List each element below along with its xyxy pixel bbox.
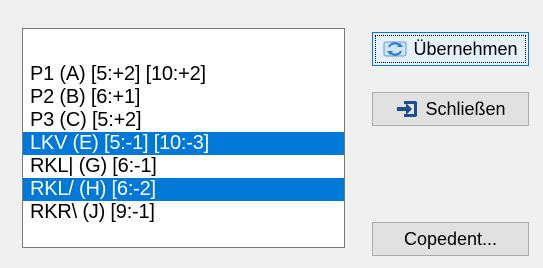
pedal-lever-listbox[interactable]: P1 (A) [5:+2] [10:+2] P2 (B) [6:+1] P3 (… [22,28,345,248]
list-item[interactable]: RKL/ (H) [6:-2] [23,178,344,201]
list-item[interactable]: RKR\ (J) [9:-1] [23,201,344,224]
copedent-button[interactable]: Copedent... [372,222,529,256]
close-button-label: Schließen [425,98,506,119]
listbox-items: P1 (A) [5:+2] [10:+2] P2 (B) [6:+1] P3 (… [23,63,344,224]
apply-button[interactable]: Übernehmen [372,32,529,66]
list-item[interactable]: LKV (E) [5:-1] [10:-3] [23,132,344,155]
list-item[interactable]: RKL| (G) [6:-1] [23,155,344,178]
list-item[interactable]: P3 (C) [5:+2] [23,109,344,132]
copedent-button-label: Copedent... [403,228,498,249]
close-button[interactable]: Schließen [372,92,529,126]
exit-door-icon [395,98,419,120]
dialog-window: P1 (A) [5:+2] [10:+2] P2 (B) [6:+1] P3 (… [0,0,543,268]
apply-button-label: Übernehmen [413,38,518,59]
list-item[interactable]: P1 (A) [5:+2] [10:+2] [23,63,344,86]
refresh-arrows-icon [383,38,407,60]
list-item[interactable]: P2 (B) [6:+1] [23,86,344,109]
